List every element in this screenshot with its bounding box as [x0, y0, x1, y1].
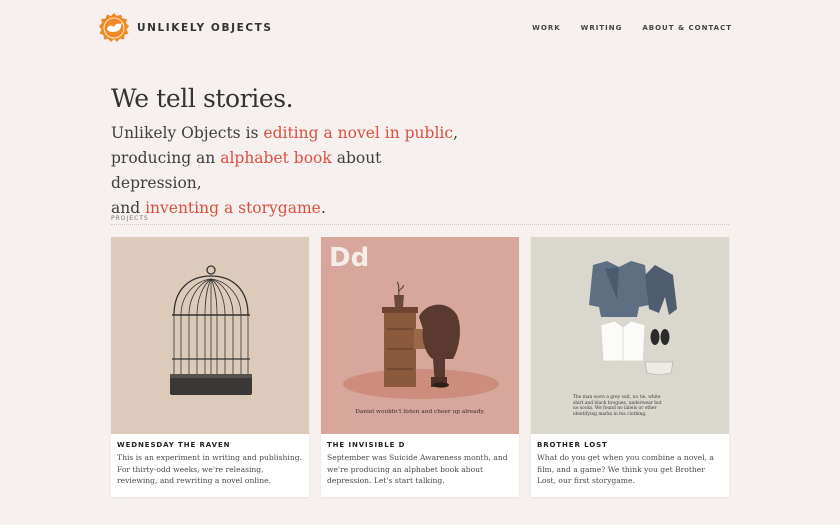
section-divider: [111, 224, 729, 225]
intro-text-1: Unlikely Objects is: [111, 124, 264, 142]
link-alphabet-book[interactable]: alphabet book: [220, 149, 332, 167]
hero: We tell stories. Unlikely Objects is edi…: [111, 84, 471, 221]
project-card-wednesday-the-raven[interactable]: WEDNESDAY THE RAVEN This is an experimen…: [111, 237, 309, 497]
link-storygame[interactable]: inventing a storygame: [145, 199, 321, 217]
site-logo[interactable]: UNLIKELY OBJECTS: [99, 13, 273, 43]
birdcage-image: [111, 237, 309, 434]
link-editing-novel[interactable]: editing a novel in public: [263, 124, 453, 142]
project-card-the-invisible-d[interactable]: Dd Daniel wouldn't listen and cheer up a…: [321, 237, 519, 497]
intro-text-3: producing an: [111, 149, 221, 167]
intro-text-2: ,: [453, 124, 458, 142]
card-description: September was Suicide Awareness month, a…: [327, 453, 508, 485]
intro-text-6: .: [320, 199, 326, 217]
project-card-brother-lost[interactable]: The man wore a grey suit, no tie, white …: [531, 237, 729, 497]
card-description: This is an experiment in writing and pub…: [117, 453, 302, 485]
main-nav: WORK WRITING ABOUT & CONTACT: [532, 24, 732, 32]
card-title: BROTHER LOST: [537, 441, 608, 449]
nav-about-contact[interactable]: ABOUT & CONTACT: [642, 24, 732, 32]
card-description: What do you get when you combine a novel…: [537, 453, 714, 485]
birdcage-icon: [170, 265, 252, 395]
hero-intro: Unlikely Objects is editing a novel in p…: [111, 121, 471, 221]
art-caption: The man wore a grey suit, no tie, white …: [573, 395, 662, 417]
hero-heading: We tell stories.: [111, 84, 294, 113]
card-title: WEDNESDAY THE RAVEN: [117, 441, 231, 449]
card-title: THE INVISIBLE D: [327, 441, 406, 449]
projects-label: PROJECTS: [111, 215, 149, 222]
nav-work[interactable]: WORK: [532, 24, 561, 32]
clothes-layout-image: The man wore a grey suit, no tie, white …: [531, 237, 729, 434]
alphabet-book-image: Dd Daniel wouldn't listen and cheer up a…: [321, 237, 519, 434]
brand-name: UNLIKELY OBJECTS: [137, 22, 273, 34]
bird-in-orange-seal-icon: [99, 13, 129, 42]
art-caption: Daniel wouldn't listen and cheer up alre…: [355, 409, 485, 415]
figure-head-in-drawer-icon: [343, 281, 499, 399]
nav-writing[interactable]: WRITING: [581, 24, 623, 32]
